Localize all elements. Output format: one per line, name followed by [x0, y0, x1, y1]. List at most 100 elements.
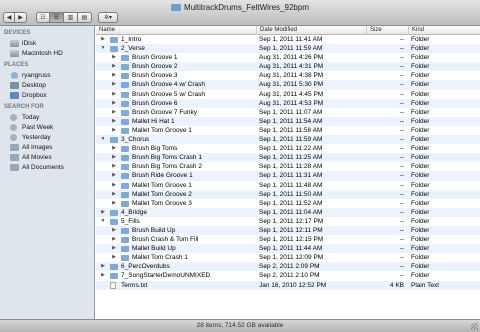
list-row[interactable]: ▶ Brush Groove 2 Aug 31, 2011 4:31 PM -- Fol… [96, 62, 480, 72]
item-name: 5_Fills [121, 217, 140, 225]
folder-icon [121, 237, 129, 244]
list-row[interactable]: ▶ Brush Groove 7 Funky Sep 1, 2011 11:07 A… [96, 108, 480, 117]
list-row[interactable]: ▶ 7_SongStarterDemoUNMIXED Sep 2, 2011 2:1… [96, 271, 480, 280]
sidebar-item[interactable]: All Images [0, 142, 94, 152]
disclosure-closed-icon[interactable]: ▶ [111, 226, 117, 235]
disclosure-open-icon[interactable]: ▼ [100, 135, 106, 144]
item-name: 4_Bridge [121, 208, 148, 216]
resize-handle[interactable] [471, 323, 478, 330]
list-row[interactable]: ▼ 3_Chorus Sep 1, 2011 11:59 AM -- Folder [96, 135, 480, 145]
item-size: 4 KB [389, 281, 404, 289]
forward-button[interactable]: ▶ [15, 12, 27, 23]
disclosure-closed-icon[interactable]: ▶ [111, 162, 117, 171]
list-row[interactable]: ▶ 4_Bridge Sep 1, 2011 11:04 AM -- Folder [96, 207, 480, 217]
item-date: Sep 1, 2011 11:31 AM [259, 172, 323, 180]
list-row[interactable]: ▶ Brush Groove 3 Aug 31, 2011 4:38 PM -- Fol… [96, 71, 480, 80]
list-row[interactable]: ▶ Mallet Tom Groove 1 Sep 1, 2011 11:58 AM… [96, 126, 480, 135]
disclosure-closed-icon[interactable]: ▶ [111, 181, 117, 190]
disclosure-closed-icon[interactable]: ▶ [111, 235, 117, 244]
list-row[interactable]: ▶ Brush Groove 4 w/ Crash Aug 31, 2011 5:3… [96, 80, 480, 90]
disclosure-closed-icon[interactable]: ▶ [111, 80, 117, 89]
disclosure-closed-icon[interactable]: ▶ [100, 271, 106, 280]
list-row[interactable]: ▶ Brush Crash & Tom Fill Sep 1, 2011 12:15… [96, 235, 480, 244]
folder-icon [121, 100, 129, 107]
coverflow-view-button[interactable]: ▤ [78, 12, 92, 23]
disclosure-closed-icon[interactable]: ▶ [111, 199, 117, 208]
list-row[interactable]: ▶ Mallet Build Up Sep 1, 2011 11:44 AM -- Fo… [96, 244, 480, 254]
item-date: Sep 1, 2011 12:17 PM [259, 217, 324, 225]
folder-icon [121, 127, 129, 134]
clock-icon [10, 113, 17, 121]
item-name: 6_PercOverdubs [121, 263, 170, 271]
list-row[interactable]: ▶ Brush Build Up Sep 1, 2011 12:11 PM -- Fol… [96, 225, 480, 236]
column-view-button[interactable]: ▥ [64, 12, 78, 23]
sidebar-item[interactable]: ryangruss [0, 70, 94, 80]
list-row[interactable]: ▶ Mallet Tom Groove 2 Sep 1, 2011 11:50 AM… [96, 189, 480, 199]
disclosure-closed-icon[interactable]: ▶ [111, 117, 117, 126]
sidebar-item[interactable]: iDisk [0, 38, 94, 48]
list-row[interactable]: ▼ 2_Verse Sep 1, 2011 11:59 AM -- Folder [96, 44, 480, 54]
sidebar-item[interactable]: Past Week [0, 122, 94, 132]
disclosure-closed-icon[interactable]: ▶ [111, 153, 117, 162]
disclosure-closed-icon[interactable]: ▶ [100, 208, 106, 217]
list-row[interactable]: ▶ 1_Intro Sep 1, 2011 11:41 AM -- Folder [96, 35, 480, 44]
disclosure-closed-icon[interactable]: ▶ [100, 262, 106, 271]
disclosure-closed-icon[interactable]: ▶ [111, 90, 117, 99]
back-button[interactable]: ◀ [3, 12, 15, 23]
finder-window: MultitrackDrums_FeltWires_92bpm ◀ ▶ ☷ ☰ … [0, 0, 480, 332]
list-row[interactable]: ▶ Mallet Tom Groove 1 Sep 1, 2011 11:48 AM… [96, 181, 480, 190]
list-row[interactable]: Terms.txt Jan 16, 2010 12:52 PM 4 KB Plain … [96, 280, 480, 290]
disclosure-closed-icon[interactable]: ▶ [100, 35, 106, 44]
list-row[interactable]: ▶ 6_PercOverdubs Sep 2, 2011 2:09 PM -- Fold… [96, 262, 480, 272]
disclosure-closed-icon[interactable]: ▶ [111, 190, 117, 199]
disclosure-closed-icon[interactable]: ▶ [111, 99, 117, 108]
disclosure-closed-icon[interactable]: ▶ [111, 71, 117, 80]
list-view-button[interactable]: ☰ [50, 12, 64, 23]
list-row[interactable]: ▶ Brush Big Toms Crash 1 Sep 1, 2011 11:25… [96, 153, 480, 163]
size-column-header[interactable]: Size [366, 26, 408, 35]
item-size: -- [399, 181, 404, 189]
action-menu-button[interactable]: ✲▾ [98, 12, 118, 23]
disclosure-closed-icon[interactable]: ▶ [111, 108, 117, 117]
disclosure-closed-icon[interactable]: ▶ [111, 244, 117, 253]
folder-icon [121, 155, 129, 162]
item-kind: Folder [411, 145, 430, 153]
list-row[interactable]: ▶ Brush Big Toms Crash 2 Sep 1, 2011 11:28… [96, 162, 480, 171]
disclosure-closed-icon[interactable]: ▶ [111, 126, 117, 135]
disclosure-closed-icon[interactable]: ▶ [111, 171, 117, 180]
list-row[interactable]: ▶ Brush Groove 5 w/ Crash Aug 31, 2011 4:4… [96, 90, 480, 99]
item-size: -- [399, 136, 404, 144]
disclosure-closed-icon[interactable]: ▶ [111, 62, 117, 71]
list-row[interactable]: ▶ Mallet Hi Hat 1 Sep 1, 2011 11:54 AM -- Fo… [96, 116, 480, 126]
item-size: -- [399, 72, 404, 80]
item-date: Sep 1, 2011 11:07 AM [259, 108, 323, 116]
disclosure-closed-icon[interactable]: ▶ [111, 253, 117, 262]
list-row[interactable]: ▶ Brush Big Toms Sep 1, 2011 11:22 AM -- Fol… [96, 144, 480, 153]
sidebar-item[interactable]: Today [0, 112, 94, 122]
list-row[interactable]: ▼ 5_Fills Sep 1, 2011 12:17 PM -- Folder [96, 217, 480, 226]
list-row[interactable]: ▶ Brush Ride Groove 1 Sep 1, 2011 11:31 AM… [96, 171, 480, 181]
folder-icon [121, 191, 129, 198]
date-column-header[interactable]: Date Modified [256, 26, 366, 35]
item-kind: Folder [411, 254, 430, 262]
list-row[interactable]: ▶ Brush Groove 1 Aug 31, 2011 4:26 PM -- Fol… [96, 53, 480, 62]
item-kind: Folder [411, 226, 430, 234]
sidebar-item[interactable]: Dropbox [0, 90, 94, 100]
disclosure-closed-icon[interactable]: ▶ [111, 53, 117, 62]
sidebar-item[interactable]: Yesterday [0, 132, 94, 142]
list-row[interactable]: ▶ Mallet Tom Groove 3 Sep 1, 2011 11:52 AM… [96, 199, 480, 208]
list-row[interactable]: ▶ Mallet Tom Crash 1 Sep 1, 2011 12:09 PM -… [96, 253, 480, 262]
sidebar-item[interactable]: Macintosh HD [0, 48, 94, 58]
item-kind: Folder [411, 190, 430, 198]
folder-icon [171, 4, 182, 11]
list-row[interactable]: ▶ Brush Groove 6 Aug 31, 2011 4:53 PM -- Fol… [96, 98, 480, 108]
sidebar-item[interactable]: All Documents [0, 162, 94, 172]
icon-view-button[interactable]: ☷ [36, 12, 50, 23]
name-column-header[interactable]: Name [96, 26, 256, 35]
disclosure-open-icon[interactable]: ▼ [100, 217, 106, 226]
kind-column-header[interactable]: Kind [408, 26, 480, 35]
disclosure-closed-icon[interactable]: ▶ [111, 144, 117, 153]
sidebar-item[interactable]: Desktop [0, 80, 94, 90]
disclosure-open-icon[interactable]: ▼ [100, 44, 106, 53]
sidebar-item[interactable]: All Movies [0, 152, 94, 162]
